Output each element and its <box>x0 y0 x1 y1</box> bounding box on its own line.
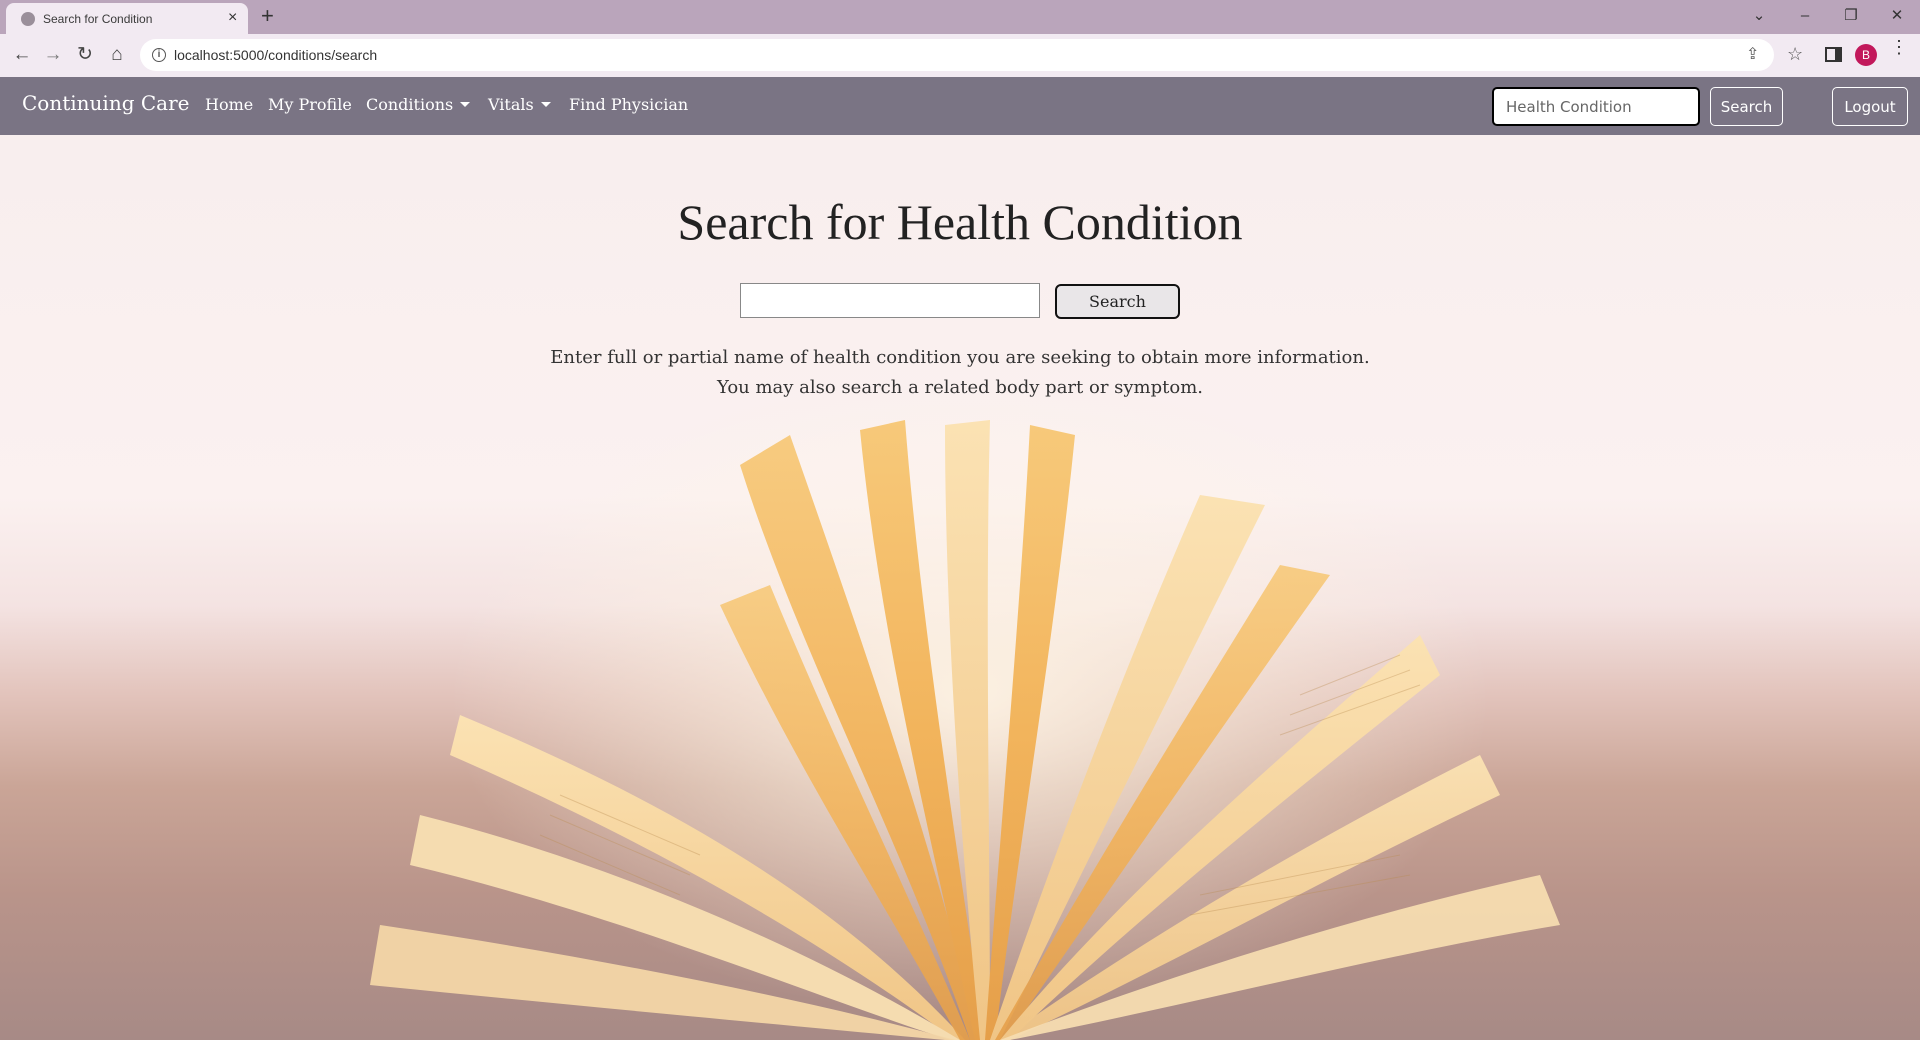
nav-vitals-label: Vitals <box>488 95 534 114</box>
side-panel-icon[interactable] <box>1825 47 1842 62</box>
browser-tab[interactable]: Search for Condition × <box>6 3 248 34</box>
help-text-line-2: You may also search a related body part … <box>717 377 1203 398</box>
main-content: Search for Health Condition Search Enter… <box>0 135 1920 1040</box>
address-bar[interactable]: i localhost:5000/conditions/search ⇪ ☆ <box>140 39 1803 71</box>
browser-menu-icon[interactable]: ⋮ <box>1890 38 1908 56</box>
close-window-icon[interactable]: ✕ <box>1874 2 1920 30</box>
caret-down-icon <box>540 102 551 107</box>
brand-link[interactable]: Continuing Care <box>22 91 189 115</box>
tab-search-icon[interactable]: ⌄ <box>1736 2 1782 30</box>
navbar-search-button[interactable]: Search <box>1710 87 1783 126</box>
nav-home-link[interactable]: Home <box>205 95 253 114</box>
condition-search-input[interactable] <box>740 283 1040 318</box>
condition-search-button[interactable]: Search <box>1055 284 1180 319</box>
restore-icon[interactable]: ❐ <box>1828 2 1874 30</box>
bookmark-star-icon[interactable]: ☆ <box>1787 44 1803 64</box>
condition-search-form: Search <box>740 283 1180 323</box>
open-book-image <box>370 375 1560 1040</box>
browser-tab-bar: Search for Condition × + ⌄ – ❐ ✕ <box>0 0 1920 34</box>
profile-avatar[interactable]: B <box>1855 44 1877 66</box>
forward-arrow-icon[interactable]: → <box>40 42 66 68</box>
minimize-icon[interactable]: – <box>1782 2 1828 30</box>
search-help-text: Enter full or partial name of health con… <box>0 343 1920 403</box>
share-icon[interactable]: ⇪ <box>1746 44 1759 64</box>
site-info-icon[interactable]: i <box>152 48 166 62</box>
home-icon[interactable]: ⌂ <box>104 42 130 68</box>
page-title: Search for Health Condition <box>677 194 1243 250</box>
back-arrow-icon[interactable]: ← <box>9 42 35 68</box>
nav-vitals-dropdown[interactable]: Vitals <box>488 95 551 114</box>
url-text[interactable]: localhost:5000/conditions/search <box>174 47 377 63</box>
nav-my-profile-link[interactable]: My Profile <box>268 95 352 114</box>
navbar-search-input[interactable] <box>1492 87 1700 126</box>
browser-toolbar: ← → ↻ ⌂ i localhost:5000/conditions/sear… <box>0 34 1920 77</box>
tab-close-icon[interactable]: × <box>228 9 237 27</box>
tab-favicon-icon <box>21 12 35 26</box>
help-text-line-1: Enter full or partial name of health con… <box>550 347 1370 368</box>
tab-title: Search for Condition <box>43 12 153 26</box>
logout-button[interactable]: Logout <box>1832 87 1908 126</box>
reload-icon[interactable]: ↻ <box>72 42 98 68</box>
nav-conditions-dropdown[interactable]: Conditions <box>366 95 471 114</box>
new-tab-button[interactable]: + <box>261 4 274 28</box>
site-navbar: Continuing Care Home My Profile Conditio… <box>0 77 1920 135</box>
nav-find-physician-link[interactable]: Find Physician <box>569 95 688 114</box>
caret-down-icon <box>460 102 471 107</box>
nav-conditions-label: Conditions <box>366 95 454 114</box>
